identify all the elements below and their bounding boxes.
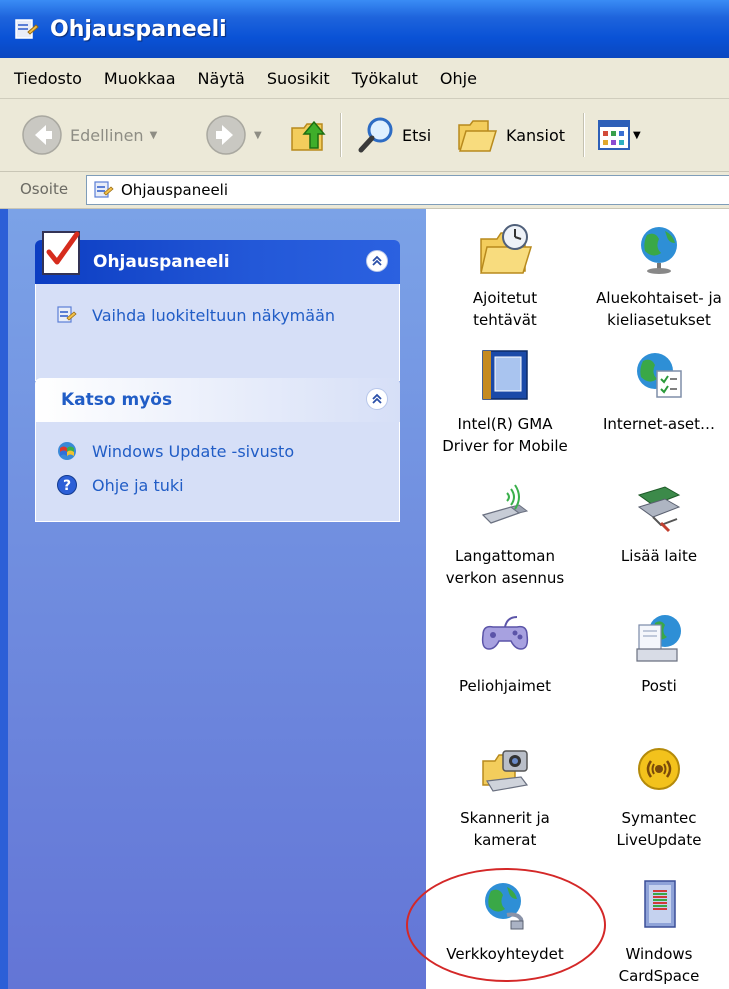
game-controllers-icon [481, 616, 529, 650]
search-label: Etsi [402, 125, 432, 145]
see-also-box-header[interactable]: Katso myös [35, 378, 400, 422]
up-folder-button[interactable] [288, 99, 330, 171]
search-icon [358, 117, 393, 153]
cp-item-add-hardware[interactable]: Lisää laite [584, 479, 729, 567]
control-panel-box-title: Ohjauspaneeli [93, 252, 230, 272]
up-folder-icon [291, 120, 326, 151]
internet-options-icon [637, 353, 682, 398]
address-value: Ohjauspaneeli [121, 181, 229, 199]
forward-dropdown-icon[interactable]: ▼ [254, 130, 262, 141]
cp-item-label: Skannerit ja kamerat [460, 809, 550, 849]
cp-item-windows-cardspace[interactable]: Windows CardSpace [584, 877, 729, 987]
address-label: Osoite [20, 180, 69, 198]
forward-arrow-icon [206, 115, 246, 155]
menu-tools[interactable]: Työkalut [352, 69, 418, 88]
cp-item-label: Langattoman verkon asennus [445, 547, 565, 587]
window-title: Ohjauspaneeli [50, 16, 227, 42]
cp-item-label: Aluekohtaiset- ja kieliasetukset [596, 289, 722, 329]
control-panel-icon [94, 181, 114, 198]
control-panel-checklist-icon [42, 231, 80, 275]
control-panel-box-header[interactable]: Ohjauspaneeli [35, 231, 400, 284]
back-dropdown-icon[interactable]: ▼ [150, 130, 158, 141]
highlight-ellipse [406, 868, 606, 982]
cp-item-label: Windows CardSpace [618, 945, 700, 985]
windows-update-icon [58, 442, 76, 460]
cp-item-scheduled-tasks[interactable]: Ajoitetut tehtävät [430, 221, 580, 331]
title-bar[interactable]: Ohjauspaneeli [0, 0, 729, 58]
help-and-support-label: Ohje ja tuki [92, 475, 184, 495]
folders-label: Kansiot [506, 125, 565, 145]
mail-icon [636, 615, 681, 662]
menu-bar: Tiedosto Muokkaa Näytä Suosikit Työkalut… [0, 58, 729, 99]
cp-item-mail[interactable]: Posti [584, 609, 729, 697]
control-panel-box: Ohjauspaneeli Vaihda luokiteltuun näkymä… [35, 231, 400, 381]
cp-item-game-controllers[interactable]: Peliohjaimet [430, 609, 580, 697]
toolbar-separator [340, 113, 342, 157]
menu-edit[interactable]: Muokkaa [104, 69, 176, 88]
views-button[interactable]: ▼ [597, 99, 641, 171]
cp-item-label: Intel(R) GMA Driver for Mobile [442, 415, 568, 455]
collapse-button[interactable] [366, 388, 388, 410]
cp-item-regional-language[interactable]: Aluekohtaiset- ja kieliasetukset [584, 221, 729, 331]
cp-item-label: Peliohjaimet [458, 677, 551, 695]
menu-help[interactable]: Ohje [440, 69, 477, 88]
task-pane: Ohjauspaneeli Vaihda luokiteltuun näkymä… [0, 209, 426, 989]
help-icon: ? [57, 475, 77, 495]
menu-view[interactable]: Näytä [198, 69, 245, 88]
menu-favorites[interactable]: Suosikit [267, 69, 330, 88]
switch-category-view-link[interactable]: Vaihda luokiteltuun näkymään [36, 284, 399, 332]
cp-item-wireless-setup[interactable]: Langattoman verkon asennus [430, 479, 580, 589]
search-button[interactable]: Etsi [356, 99, 431, 171]
cp-item-label: Posti [641, 677, 677, 695]
cp-item-label: Lisää laite [620, 547, 698, 565]
help-and-support-link[interactable]: ? Ohje ja tuki [36, 468, 399, 502]
scanners-cameras-icon [482, 750, 529, 792]
cp-item-label: Internet-aset… [602, 415, 716, 433]
collapse-button[interactable] [366, 250, 388, 272]
regional-language-icon [641, 227, 677, 274]
cp-item-symantec-liveupdate[interactable]: Symantec LiveUpdate [584, 741, 729, 851]
control-panel-icon [15, 19, 39, 39]
address-field[interactable]: Ohjauspaneeli [86, 175, 729, 205]
windows-update-label: Windows Update -sivusto [92, 441, 295, 461]
folders-icon [458, 120, 498, 152]
add-hardware-icon [637, 486, 681, 533]
toolbar-separator [583, 113, 585, 157]
toolbar: Edellinen ▼ ▼ Etsi Kansiot ▼ [0, 99, 729, 172]
folders-button[interactable]: Kansiot [456, 99, 565, 171]
see-also-box: Katso myös Windows Update -sivusto ? Ohj… [35, 378, 400, 522]
menu-file[interactable]: Tiedosto [14, 69, 82, 88]
cp-item-label: Symantec LiveUpdate [616, 809, 702, 849]
views-icon [598, 120, 630, 150]
cp-item-internet-options[interactable]: Internet-aset… [584, 347, 729, 435]
svg-text:?: ? [63, 478, 71, 494]
scheduled-tasks-icon [480, 224, 533, 274]
windows-cardspace-icon [644, 880, 676, 928]
back-arrow-icon [22, 115, 62, 155]
address-bar: Osoite Ohjauspaneeli [0, 172, 729, 209]
intel-gma-icon [482, 350, 528, 400]
see-also-box-title: Katso myös [61, 390, 173, 410]
switch-category-view-label: Vaihda luokiteltuun näkymään [92, 305, 336, 325]
forward-button[interactable]: ▼ [204, 99, 262, 171]
cp-item-scanners-cameras[interactable]: Skannerit ja kamerat [430, 741, 580, 851]
control-panel-icon [57, 306, 77, 323]
chevron-up-icon [372, 255, 382, 266]
cp-item-label: Ajoitetut tehtävät [472, 289, 538, 329]
cp-item-intel-gma[interactable]: Intel(R) GMA Driver for Mobile [430, 347, 580, 457]
see-also-box-body: Windows Update -sivusto ? Ohje ja tuki [35, 422, 400, 522]
windows-update-link[interactable]: Windows Update -sivusto [36, 434, 399, 468]
back-button[interactable]: Edellinen ▼ [20, 99, 157, 171]
views-dropdown-icon[interactable]: ▼ [633, 130, 641, 141]
control-panel-box-body: Vaihda luokiteltuun näkymään [35, 284, 400, 381]
chevron-up-icon [372, 393, 382, 404]
symantec-liveupdate-icon [638, 748, 680, 790]
wireless-setup-icon [481, 484, 529, 524]
back-label: Edellinen [70, 125, 144, 145]
